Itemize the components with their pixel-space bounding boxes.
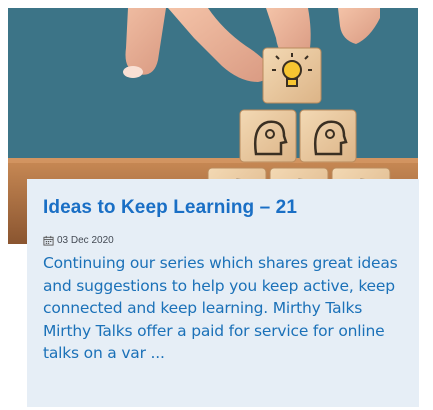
lightbulb-block [262,47,322,104]
post-date: 03 Dec 2020 [57,235,114,246]
post-meta: 03 Dec 2020 [43,235,403,246]
post-card: Ideas to Keep Learning – 21 03 Dec 2020 … [27,179,419,407]
calendar-icon [43,235,54,246]
post-excerpt: Continuing our series which shares great… [43,254,398,362]
post-title-link[interactable]: Ideas to Keep Learning – 21 [43,197,403,219]
